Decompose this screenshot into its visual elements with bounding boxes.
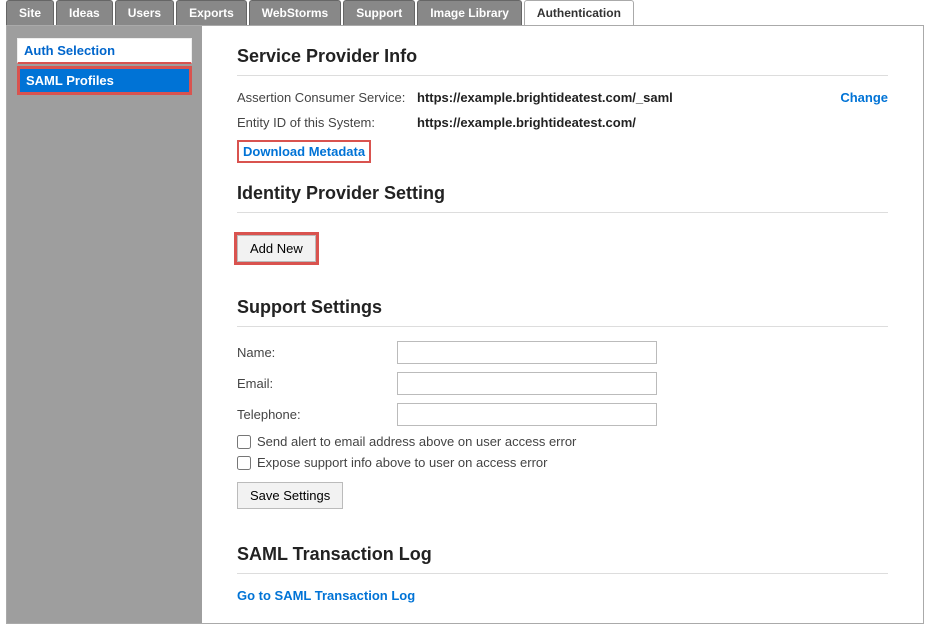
content-area: Service Provider Info Assertion Consumer… (202, 26, 923, 623)
email-input[interactable] (397, 372, 657, 395)
transaction-log-heading: SAML Transaction Log (237, 544, 888, 565)
change-link[interactable]: Change (840, 90, 888, 105)
expose-checkbox-label: Expose support info above to user on acc… (257, 455, 548, 470)
divider (237, 573, 888, 574)
transaction-log-link[interactable]: Go to SAML Transaction Log (237, 588, 415, 603)
divider (237, 326, 888, 327)
alert-checkbox-row: Send alert to email address above on use… (237, 434, 888, 449)
email-label: Email: (237, 376, 397, 391)
name-label: Name: (237, 345, 397, 360)
support-settings-heading: Support Settings (237, 297, 888, 318)
tab-users[interactable]: Users (115, 0, 174, 25)
entity-id-value: https://example.brightideatest.com/ (417, 115, 888, 130)
sidebar: Auth Selection SAML Profiles (7, 26, 202, 623)
divider (237, 212, 888, 213)
name-input[interactable] (397, 341, 657, 364)
service-provider-heading: Service Provider Info (237, 46, 888, 67)
top-tabs: Site Ideas Users Exports WebStorms Suppo… (0, 0, 930, 25)
alert-checkbox[interactable] (237, 435, 251, 449)
alert-checkbox-label: Send alert to email address above on use… (257, 434, 576, 449)
telephone-label: Telephone: (237, 407, 397, 422)
entity-id-row: Entity ID of this System: https://exampl… (237, 115, 888, 130)
expose-checkbox[interactable] (237, 456, 251, 470)
telephone-input[interactable] (397, 403, 657, 426)
acs-row: Assertion Consumer Service: https://exam… (237, 90, 888, 105)
acs-label: Assertion Consumer Service: (237, 90, 417, 105)
download-metadata-link[interactable]: Download Metadata (237, 140, 371, 163)
divider (237, 75, 888, 76)
add-new-button[interactable]: Add New (237, 235, 316, 262)
tab-ideas[interactable]: Ideas (56, 0, 113, 25)
tab-exports[interactable]: Exports (176, 0, 247, 25)
main-container: Auth Selection SAML Profiles Service Pro… (6, 25, 924, 624)
entity-id-label: Entity ID of this System: (237, 115, 417, 130)
acs-value: https://example.brightideatest.com/_saml (417, 90, 840, 105)
telephone-row: Telephone: (237, 403, 888, 426)
identity-provider-heading: Identity Provider Setting (237, 183, 888, 204)
name-row: Name: (237, 341, 888, 364)
tab-authentication[interactable]: Authentication (524, 0, 634, 25)
email-row: Email: (237, 372, 888, 395)
sidebar-item-saml-profiles[interactable]: SAML Profiles (17, 66, 192, 95)
tab-site[interactable]: Site (6, 0, 54, 25)
save-settings-button[interactable]: Save Settings (237, 482, 343, 509)
sidebar-item-auth-selection[interactable]: Auth Selection (17, 38, 192, 64)
expose-checkbox-row: Expose support info above to user on acc… (237, 455, 888, 470)
tab-image-library[interactable]: Image Library (417, 0, 522, 25)
tab-support[interactable]: Support (343, 0, 415, 25)
tab-webstorms[interactable]: WebStorms (249, 0, 341, 25)
